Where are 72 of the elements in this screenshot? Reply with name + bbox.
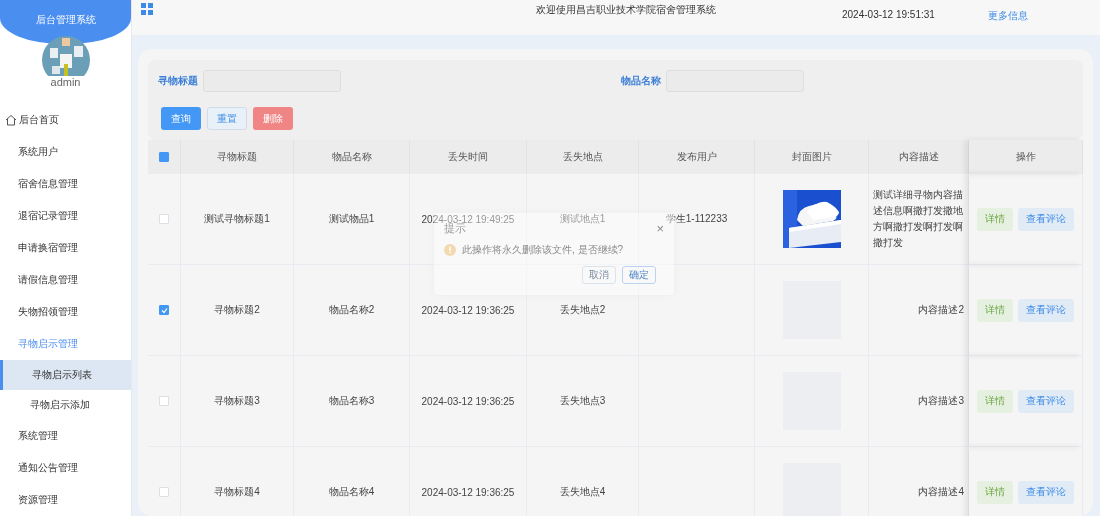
user-name: admin (50, 76, 81, 88)
welcome-text: 欢迎使用昌吉职业技术学院宿舍管理系统 (536, 3, 716, 17)
menu-item[interactable]: 通知公告管理 (0, 452, 131, 484)
description-text: 内容描述2 (918, 303, 964, 317)
submenu-item[interactable]: 寻物启示添加 (0, 390, 131, 420)
table-cell: 2024-03-12 19:36:25 (421, 486, 515, 498)
table-cell: 2024-03-12 19:36:25 (421, 395, 515, 407)
column-header: 发布用户 (676, 150, 717, 164)
description-text: 内容描述3 (918, 394, 964, 408)
column-header: 丢失时间 (448, 150, 488, 164)
field-label: 寻物标题 (158, 74, 198, 88)
checkbox[interactable] (159, 305, 169, 315)
search-button[interactable]: 查询 (161, 107, 201, 130)
details-button[interactable]: 详情 (977, 389, 1013, 413)
table-cell: 学生1-112233 (665, 212, 728, 226)
table-cell: 物品名称2 (328, 303, 375, 317)
menu-item[interactable]: 资源管理 (0, 484, 131, 516)
table-cell: 2024-03-12 19:36:25 (421, 304, 515, 316)
details-button[interactable]: 详情 (977, 207, 1013, 231)
column-header: 内容描述 (898, 150, 939, 164)
details-button[interactable]: 详情 (977, 480, 1013, 504)
comments-button[interactable]: 查看评论 (1018, 389, 1074, 413)
table-cell: 丢失地点4 (559, 485, 606, 499)
column-header: 封面图片 (791, 150, 832, 164)
table-cell: 寻物标题2 (214, 303, 260, 317)
menu-item[interactable]: 宿舍信息管理 (0, 168, 131, 200)
home-icon (5, 114, 17, 126)
description-text: 内容描述4 (918, 485, 964, 499)
menu-icon (141, 3, 153, 15)
table-cell: 寻物标题3 (214, 394, 260, 408)
table-cell: 物品名称3 (328, 394, 375, 408)
table-cell: 测试寻物标题1 (204, 212, 270, 226)
app-title: 后台管理系统 (35, 13, 96, 27)
comments-button[interactable]: 查看评论 (1018, 207, 1074, 231)
menu-item[interactable]: 寻物启示管理 (0, 328, 131, 360)
menu-item[interactable]: 系统用户 (0, 136, 131, 168)
column-header: 操作 (1015, 150, 1036, 164)
comments-button[interactable]: 查看评论 (1018, 298, 1074, 322)
menu-item[interactable]: 系统管理 (0, 420, 131, 452)
table-cell: 物品名称4 (328, 485, 375, 499)
menu-item[interactable]: 请假信息管理 (0, 264, 131, 296)
field-label: 物品名称 (620, 74, 661, 88)
table-cell: 丢失地点3 (559, 394, 606, 408)
column-header: 物品名称 (331, 150, 372, 164)
table-cell: 测试物品1 (328, 212, 375, 226)
details-button[interactable]: 详情 (977, 298, 1013, 322)
menu-item[interactable]: 退宿记录管理 (0, 200, 131, 232)
confirm-button[interactable]: 确定 (622, 266, 656, 284)
table-cell: 丢失地点2 (559, 303, 606, 317)
reset-button[interactable]: 重置 (207, 107, 247, 130)
avatar (41, 35, 90, 76)
checkbox[interactable] (159, 152, 169, 162)
menu-item[interactable]: 申请换宿管理 (0, 232, 131, 264)
dialog-message: 此操作将永久删除该文件, 是否继续? (462, 243, 624, 257)
table-cell: 测试地点1 (559, 212, 606, 226)
column-header: 丢失地点 (562, 150, 603, 164)
check-icon (160, 306, 168, 314)
description-text: 测试详细寻物内容描述信息啊撒打发撒地方啊撒打发啊打发啊撒打发 (873, 188, 964, 250)
column-header: 寻物标题 (217, 150, 257, 164)
close-button[interactable]: × (656, 221, 664, 236)
date-time: 2024-03-12 19:51:31 (842, 9, 935, 20)
warning-icon (444, 244, 456, 256)
submenu-item[interactable]: 寻物启示列表 (0, 360, 131, 390)
delete-button[interactable]: 删除 (253, 107, 293, 130)
menu-item[interactable]: 失物招领管理 (0, 296, 131, 328)
more-info-link[interactable]: 更多信息 (987, 9, 1028, 23)
table-cell: 寻物标题4 (214, 485, 260, 499)
cancel-button[interactable]: 取消 (582, 266, 616, 284)
table-cell: 2024-03-12 19:49:25 (421, 213, 515, 225)
menu-item[interactable]: 后台首页 (0, 104, 131, 136)
comments-button[interactable]: 查看评论 (1018, 480, 1074, 504)
dialog-title: 提示 (444, 222, 466, 236)
